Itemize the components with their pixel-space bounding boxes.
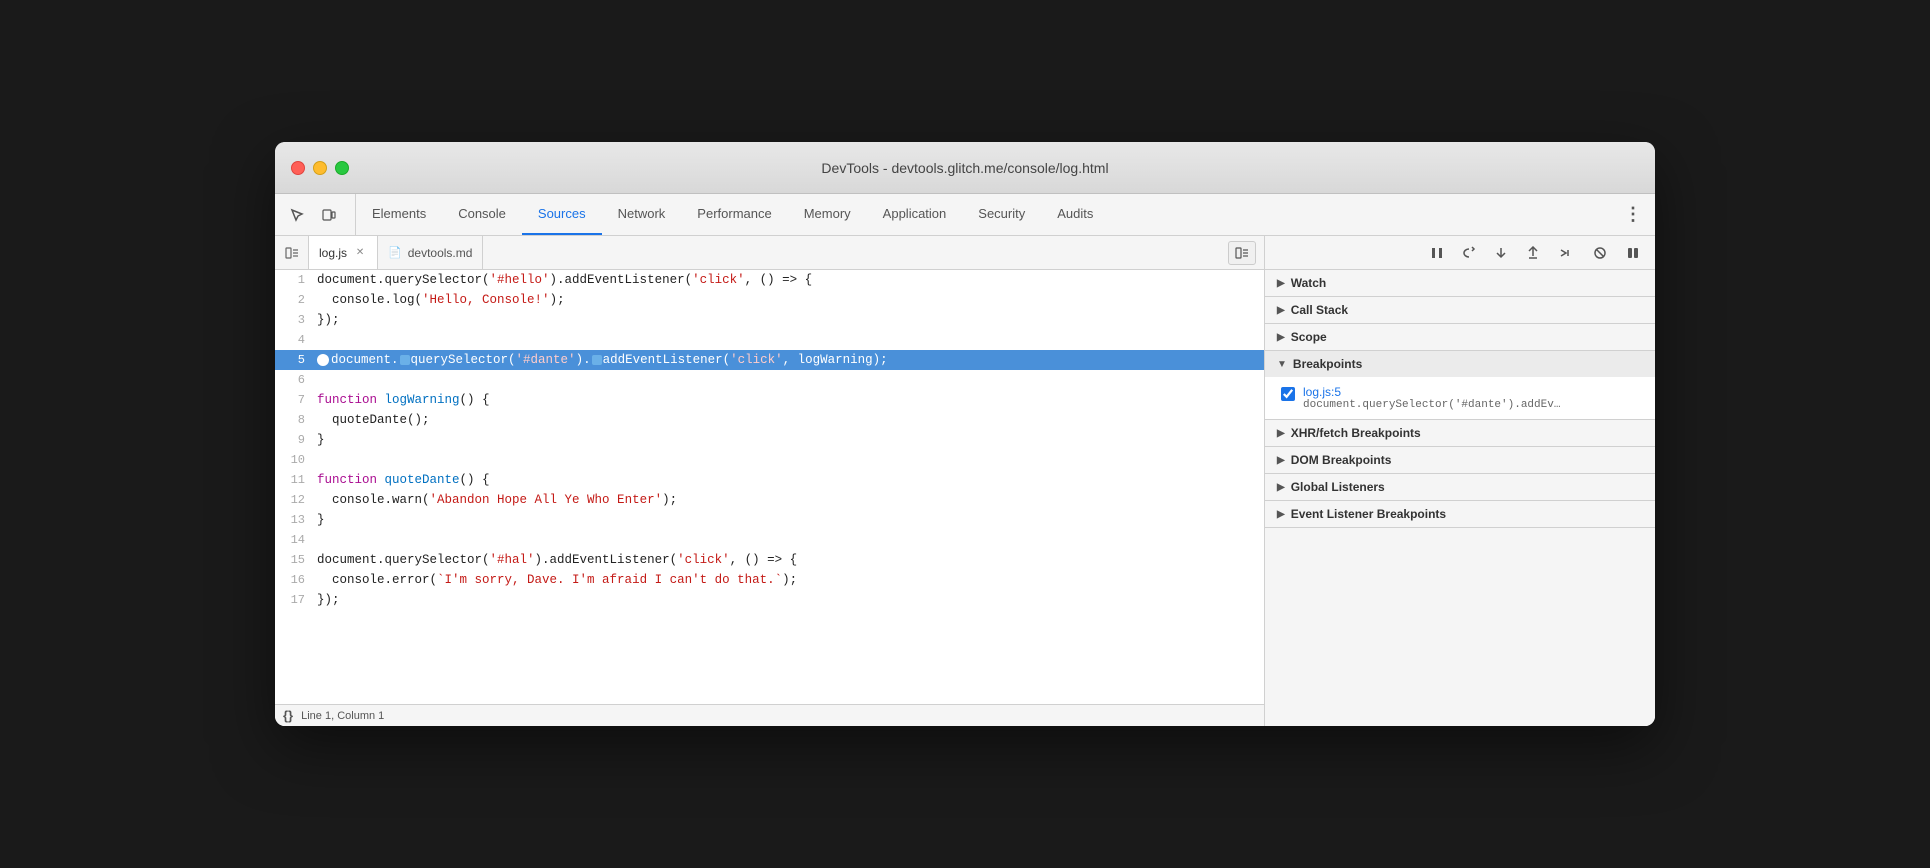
file-tab-logjs[interactable]: log.js ✕ [309, 236, 378, 269]
code-line-5: 5 document.querySelector('#dante').addEv… [275, 350, 1264, 370]
tab-console[interactable]: Console [442, 194, 522, 235]
nav-toolbar: Elements Console Sources Network Perform… [275, 194, 1655, 236]
step-into-button[interactable] [1487, 241, 1515, 265]
section-dom-breakpoints: ▶ DOM Breakpoints [1265, 447, 1655, 474]
tab-performance[interactable]: Performance [681, 194, 787, 235]
format-button[interactable] [1228, 241, 1256, 265]
cursor-position: Line 1, Column 1 [301, 710, 384, 722]
tab-sources[interactable]: Sources [522, 194, 602, 235]
section-scope-header[interactable]: ▶ Scope [1265, 324, 1655, 350]
tab-audits[interactable]: Audits [1041, 194, 1109, 235]
traffic-lights [291, 161, 349, 175]
main-area: log.js ✕ 📄 devtools.md [275, 236, 1655, 726]
breakpoint-location-1: log.js:5 [1303, 385, 1639, 399]
device-toolbar-icon[interactable] [315, 201, 343, 229]
code-line-9: 9 } [275, 430, 1264, 450]
right-panel-content: ▶ Watch ▶ Call Stack ▶ Scope [1265, 270, 1655, 726]
pause-resume-button[interactable] [1423, 241, 1451, 265]
code-line-16: 16 console.error(`I'm sorry, Dave. I'm a… [275, 570, 1264, 590]
section-xhr-fetch-header[interactable]: ▶ XHR/fetch Breakpoints [1265, 420, 1655, 446]
pause-on-exceptions-button[interactable] [1619, 241, 1647, 265]
toolbar-right: ⋮ [1611, 194, 1647, 235]
debug-toolbar [1265, 236, 1655, 270]
section-call-stack-header[interactable]: ▶ Call Stack [1265, 297, 1655, 323]
watch-arrow-icon: ▶ [1277, 278, 1285, 289]
scope-arrow-icon: ▶ [1277, 332, 1285, 343]
code-line-6: 6 [275, 370, 1264, 390]
close-button[interactable] [291, 161, 305, 175]
tab-application[interactable]: Application [867, 194, 963, 235]
file-tab-devtoolsmd[interactable]: 📄 devtools.md [378, 236, 483, 269]
tab-network[interactable]: Network [602, 194, 682, 235]
section-event-listener-breakpoints-header[interactable]: ▶ Event Listener Breakpoints [1265, 501, 1655, 527]
code-line-11: 11 function quoteDante() { [275, 470, 1264, 490]
code-line-7: 7 function logWarning() { [275, 390, 1264, 410]
section-dom-breakpoints-header[interactable]: ▶ DOM Breakpoints [1265, 447, 1655, 473]
dom-breakpoints-arrow-icon: ▶ [1277, 455, 1285, 466]
section-scope: ▶ Scope [1265, 324, 1655, 351]
file-tabs-right [1228, 236, 1264, 269]
deactivate-breakpoints-button[interactable] [1587, 241, 1615, 265]
minimize-button[interactable] [313, 161, 327, 175]
breakpoints-arrow-icon: ▼ [1277, 359, 1287, 370]
close-file-tab-logjs[interactable]: ✕ [353, 246, 367, 260]
code-line-8: 8 quoteDante(); [275, 410, 1264, 430]
section-watch: ▶ Watch [1265, 270, 1655, 297]
step-over-button[interactable] [1455, 241, 1483, 265]
breakpoints-content: log.js:5 document.querySelector('#dante'… [1265, 377, 1655, 419]
code-line-3: 3 }); [275, 310, 1264, 330]
breakpoint-item-1: log.js:5 document.querySelector('#dante'… [1265, 381, 1655, 415]
window-title: DevTools - devtools.glitch.me/console/lo… [821, 160, 1108, 176]
call-stack-arrow-icon: ▶ [1277, 305, 1285, 316]
step-out-button[interactable] [1519, 241, 1547, 265]
tab-memory[interactable]: Memory [788, 194, 867, 235]
xhr-fetch-arrow-icon: ▶ [1277, 428, 1285, 439]
code-line-15: 15 document.querySelector('#hal').addEve… [275, 550, 1264, 570]
code-line-13: 13 } [275, 510, 1264, 530]
select-element-icon[interactable] [283, 201, 311, 229]
section-event-listener-breakpoints: ▶ Event Listener Breakpoints [1265, 501, 1655, 528]
format-status-icon: {} [283, 708, 293, 723]
step-button[interactable] [1551, 241, 1579, 265]
tab-elements[interactable]: Elements [356, 194, 442, 235]
code-editor[interactable]: 1 document.querySelector('#hello').addEv… [275, 270, 1264, 704]
breakpoint-code-1: document.querySelector('#dante').addEv… [1303, 399, 1583, 411]
section-breakpoints: ▼ Breakpoints log.js:5 document.querySel… [1265, 351, 1655, 420]
event-listener-arrow-icon: ▶ [1277, 509, 1285, 520]
file-icon: 📄 [388, 246, 402, 259]
global-listeners-arrow-icon: ▶ [1277, 482, 1285, 493]
toolbar-icons [283, 194, 356, 235]
section-watch-header[interactable]: ▶ Watch [1265, 270, 1655, 296]
title-bar: DevTools - devtools.glitch.me/console/lo… [275, 142, 1655, 194]
code-line-12: 12 console.warn('Abandon Hope All Ye Who… [275, 490, 1264, 510]
file-tabs: log.js ✕ 📄 devtools.md [275, 236, 1264, 270]
tab-security[interactable]: Security [962, 194, 1041, 235]
code-line-14: 14 [275, 530, 1264, 550]
devtools-window: DevTools - devtools.glitch.me/console/lo… [275, 142, 1655, 726]
code-line-4: 4 [275, 330, 1264, 350]
maximize-button[interactable] [335, 161, 349, 175]
editor-panel: log.js ✕ 📄 devtools.md [275, 236, 1265, 726]
code-line-17: 17 }); [275, 590, 1264, 610]
more-options-button[interactable]: ⋮ [1619, 201, 1647, 229]
breakpoint-info-1: log.js:5 document.querySelector('#dante'… [1303, 385, 1639, 411]
status-bar: {} Line 1, Column 1 [275, 704, 1264, 726]
code-line-10: 10 [275, 450, 1264, 470]
section-xhr-fetch: ▶ XHR/fetch Breakpoints [1265, 420, 1655, 447]
section-global-listeners: ▶ Global Listeners [1265, 474, 1655, 501]
panel-toggle-button[interactable] [275, 236, 309, 269]
breakpoint-checkbox-1[interactable] [1281, 387, 1295, 401]
code-line-1: 1 document.querySelector('#hello').addEv… [275, 270, 1264, 290]
right-panel: ▶ Watch ▶ Call Stack ▶ Scope [1265, 236, 1655, 726]
code-line-2: 2 console.log('Hello, Console!'); [275, 290, 1264, 310]
section-global-listeners-header[interactable]: ▶ Global Listeners [1265, 474, 1655, 500]
section-breakpoints-header[interactable]: ▼ Breakpoints [1265, 351, 1655, 377]
nav-tabs: Elements Console Sources Network Perform… [356, 194, 1611, 235]
section-call-stack: ▶ Call Stack [1265, 297, 1655, 324]
